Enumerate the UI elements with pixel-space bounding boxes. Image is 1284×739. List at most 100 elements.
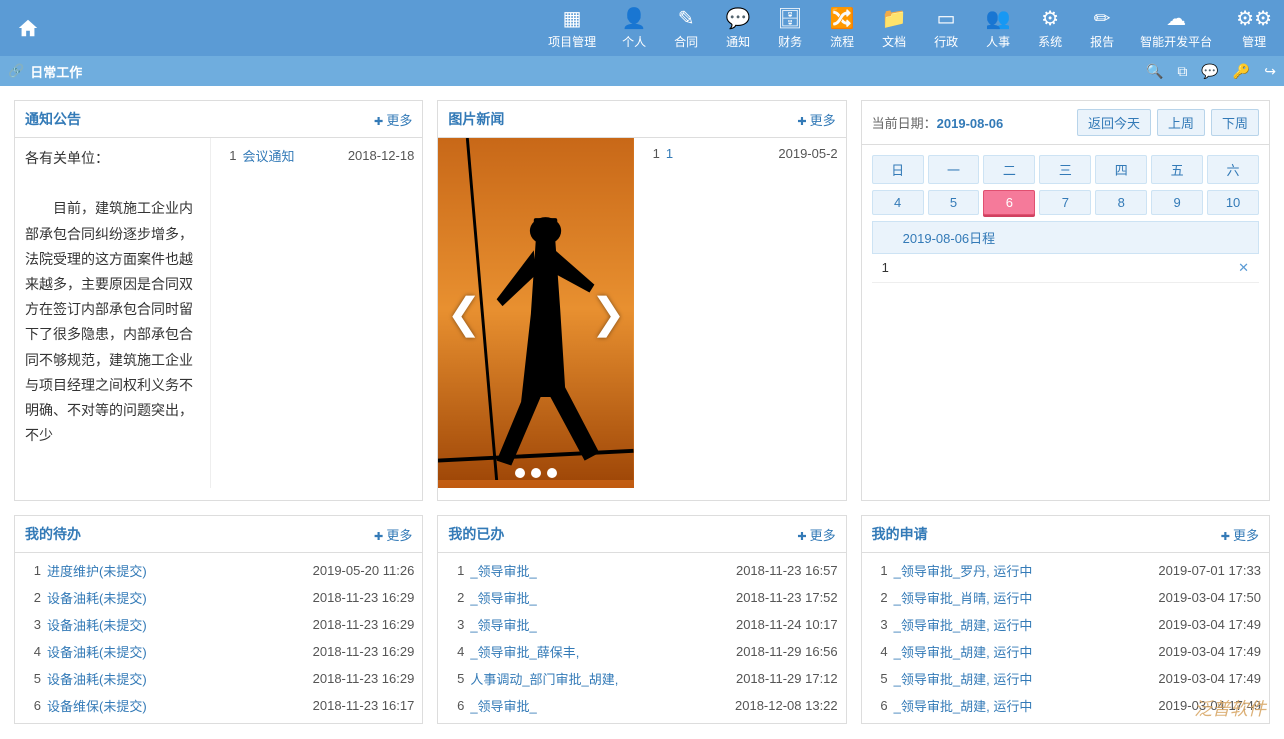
calendar-panel: 当前日期：2019-08-06 返回今天 上周 下周 日一二三四五六 45678… (861, 100, 1270, 501)
list-item: 6_领导审批_胡建, 运行中2019-03-04 17:49 (868, 692, 1263, 719)
calendar-next-week-button[interactable]: 下周 (1211, 109, 1259, 136)
schedule-header: 2019-08-06日程 (872, 221, 1259, 254)
list-item-link[interactable]: _领导审批_ (470, 615, 736, 634)
imagenews-hscroll[interactable] (438, 488, 845, 500)
list-item: 4设备油耗(未提交)2018-11-23 16:29 (21, 638, 416, 665)
list-item: 2_领导审批_肖晴, 运行中2019-03-04 17:50 (868, 584, 1263, 611)
list-item-link[interactable]: _领导审批_肖晴, 运行中 (894, 588, 1159, 607)
nav-item-人事[interactable]: 👥人事 (972, 0, 1024, 56)
nav-item-项目管理[interactable]: ▦项目管理 (536, 0, 608, 56)
page-title: 日常工作 (30, 62, 82, 81)
list-item-link[interactable]: 会议通知 (243, 146, 348, 165)
weekday-header: 二 (983, 155, 1035, 184)
list-item: 4_领导审批_薛保丰,2018-11-29 16:56 (444, 638, 839, 665)
imagenews-panel: 图片新闻 更多 ❮ ❯ (437, 100, 846, 501)
schedule-item: 1✕ (872, 254, 1259, 283)
list-item: 1_领导审批_罗丹, 运行中2019-07-01 17:33 (868, 557, 1263, 584)
list-item-link[interactable]: 设备油耗(未提交) (47, 588, 313, 607)
todo-panel: 我的待办 更多 1进度维护(未提交)2019-05-20 11:262设备油耗(… (14, 515, 423, 724)
chat-icon: 💬 (726, 7, 751, 31)
user-icon: 👤 (622, 7, 647, 31)
apply-more-link[interactable]: 更多 (1221, 525, 1259, 544)
list-item-link[interactable]: _领导审批_ (470, 561, 736, 580)
close-icon[interactable]: ✕ (1238, 260, 1249, 276)
search-icon[interactable]: 🔍 (1146, 63, 1163, 80)
folder-icon: 📁 (882, 7, 907, 31)
list-item-link[interactable]: 人事调动_部门审批_胡建, (470, 669, 736, 688)
list-item-link[interactable]: _领导审批_胡建, 运行中 (894, 642, 1159, 661)
list-item-link[interactable]: 设备维保(未提交) (47, 696, 313, 715)
nav-item-财务[interactable]: 🗄财务 (764, 0, 816, 56)
list-item-link[interactable]: 设备油耗(未提交) (47, 669, 313, 688)
nav-item-个人[interactable]: 👤个人 (608, 0, 660, 56)
nav-item-报告[interactable]: ✏报告 (1076, 0, 1128, 56)
list-item-link[interactable]: _领导审批_胡建, 运行中 (894, 669, 1159, 688)
imagenews-list: 112019-05-2 (634, 138, 846, 488)
nav-item-智能开发平台[interactable]: ☁智能开发平台 (1128, 0, 1224, 56)
weekday-header: 日 (872, 155, 924, 184)
nav-item-系统[interactable]: ⚙系统 (1024, 0, 1076, 56)
list-item-link[interactable]: _领导审批_罗丹, 运行中 (894, 561, 1159, 580)
list-item-link[interactable]: _领导审批_ (470, 588, 736, 607)
list-item-link[interactable]: _领导审批_胡建, 运行中 (894, 696, 1159, 715)
nav-item-通知[interactable]: 💬通知 (712, 0, 764, 56)
calendar-current-date: 当前日期：2019-08-06 (872, 113, 1004, 132)
list-item: 3_领导审批_2018-11-24 10:17 (444, 611, 839, 638)
notice-title: 通知公告 (25, 109, 81, 129)
sub-toolbar: 🔗 日常工作 🔍 ⧉ 💬 🔑 ↪ (0, 56, 1284, 86)
key-icon[interactable]: 🔑 (1233, 63, 1250, 80)
nav-item-流程[interactable]: 🔀流程 (816, 0, 868, 56)
calendar-day[interactable]: 5 (928, 190, 980, 215)
cogs-icon: ⚙⚙ (1236, 7, 1272, 31)
list-item: 3设备油耗(未提交)2018-11-23 16:29 (21, 611, 416, 638)
weekday-header: 四 (1095, 155, 1147, 184)
calendar-day[interactable]: 10 (1207, 190, 1259, 215)
gear-icon: ⚙ (1041, 7, 1059, 31)
calendar-day[interactable]: 4 (872, 190, 924, 215)
todo-title: 我的待办 (25, 524, 81, 544)
apply-panel: 我的申请 更多 1_领导审批_罗丹, 运行中2019-07-01 17:332_… (861, 515, 1270, 724)
notice-more-link[interactable]: 更多 (374, 110, 412, 129)
carousel-prev-icon[interactable]: ❮ (446, 289, 481, 338)
list-item: 1进度维护(未提交)2019-05-20 11:26 (21, 557, 416, 584)
carousel-next-icon[interactable]: ❯ (591, 289, 626, 338)
list-item-link[interactable]: _领导审批_胡建, 运行中 (894, 615, 1159, 634)
pencil-icon: ✏ (1094, 7, 1111, 31)
done-more-link[interactable]: 更多 (797, 525, 835, 544)
window-icon: ▭ (937, 7, 956, 31)
imagenews-more-link[interactable]: 更多 (797, 110, 835, 129)
calendar-day[interactable]: 9 (1151, 190, 1203, 215)
list-item-link[interactable]: _领导审批_薛保丰, (470, 642, 736, 661)
list-item-link[interactable]: 设备油耗(未提交) (47, 642, 313, 661)
chat-icon[interactable]: 💬 (1201, 63, 1218, 80)
nav-item-行政[interactable]: ▭行政 (920, 0, 972, 56)
calendar-day[interactable]: 8 (1095, 190, 1147, 215)
nav-item-合同[interactable]: ✎合同 (660, 0, 712, 56)
calendar-day[interactable]: 6 (983, 190, 1035, 215)
list-item-link[interactable]: 1 (666, 146, 779, 161)
nav-item-文档[interactable]: 📁文档 (868, 0, 920, 56)
calendar-today-button[interactable]: 返回今天 (1077, 109, 1151, 136)
users-icon: 👥 (986, 7, 1011, 31)
notice-hscroll[interactable] (15, 488, 422, 500)
notice-list: 1会议通知2018-12-18 (211, 138, 423, 488)
grid-icon: ▦ (563, 7, 582, 31)
todo-more-link[interactable]: 更多 (374, 525, 412, 544)
notice-body-text[interactable]: 各有关单位： 目前，建筑施工企业内部承包合同纠纷逐步增多，法院受理的这方面案件也… (15, 138, 211, 488)
home-icon[interactable] (0, 0, 56, 56)
list-item-link[interactable]: 设备油耗(未提交) (47, 615, 313, 634)
logout-icon[interactable]: ↪ (1264, 63, 1276, 80)
copy-icon[interactable]: ⧉ (1177, 63, 1187, 80)
done-panel: 我的已办 更多 1_领导审批_2018-11-23 16:572_领导审批_20… (437, 515, 846, 724)
calendar-prev-week-button[interactable]: 上周 (1157, 109, 1205, 136)
list-item-link[interactable]: _领导审批_ (470, 696, 735, 715)
calendar-day[interactable]: 7 (1039, 190, 1091, 215)
notice-panel: 通知公告 更多 各有关单位： 目前，建筑施工企业内部承包合同纠纷逐步增多，法院受… (14, 100, 423, 501)
weekday-header: 一 (928, 155, 980, 184)
carousel-dots[interactable] (515, 468, 557, 478)
list-item-link[interactable]: 进度维护(未提交) (47, 561, 313, 580)
nav-item-管理[interactable]: ⚙⚙管理 (1224, 0, 1284, 56)
list-item: 4_领导审批_胡建, 运行中2019-03-04 17:49 (868, 638, 1263, 665)
image-carousel[interactable]: ❮ ❯ (438, 138, 634, 488)
weekday-header: 六 (1207, 155, 1259, 184)
